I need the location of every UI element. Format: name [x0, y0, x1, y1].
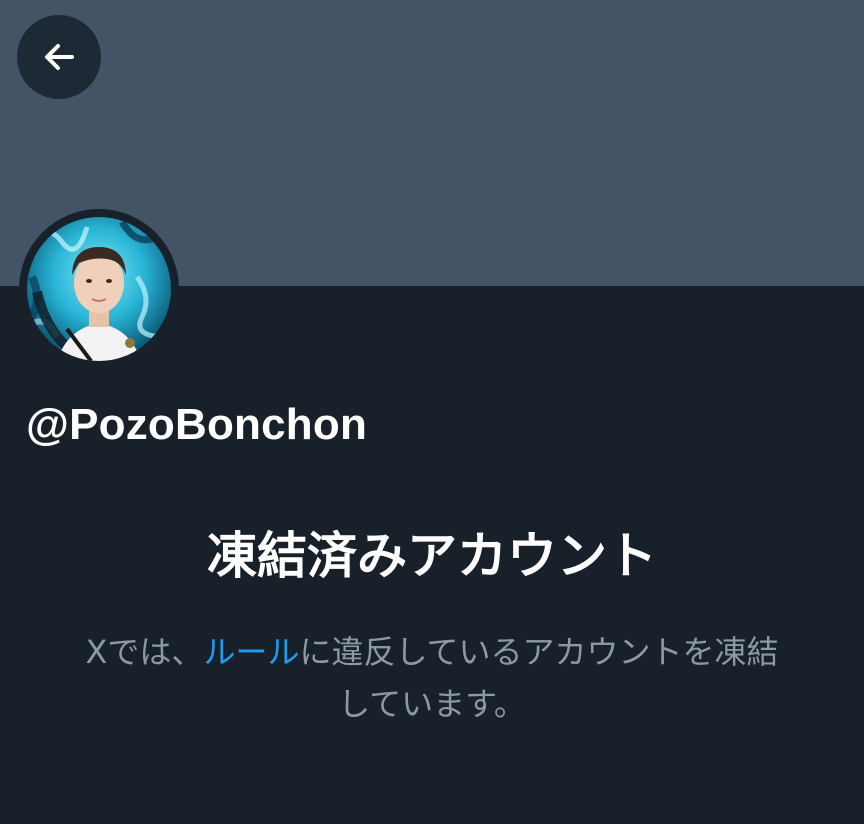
- description-line1-suffix: に違反しているアカウントを凍結: [299, 633, 779, 671]
- profile-handle: @PozoBonchon: [26, 400, 368, 449]
- suspended-account-title: 凍結済みアカウント: [207, 527, 657, 585]
- arrow-left-icon: [39, 37, 79, 77]
- description-prefix: Xでは、: [85, 633, 204, 671]
- suspension-description: Xでは、ルールに違反しているアカウントを凍結しています。: [60, 626, 804, 730]
- description-line2: しています。: [338, 685, 526, 723]
- avatar[interactable]: [19, 209, 179, 369]
- rules-link[interactable]: ルール: [203, 633, 299, 671]
- avatar-image: [27, 217, 171, 361]
- back-button[interactable]: [17, 15, 101, 99]
